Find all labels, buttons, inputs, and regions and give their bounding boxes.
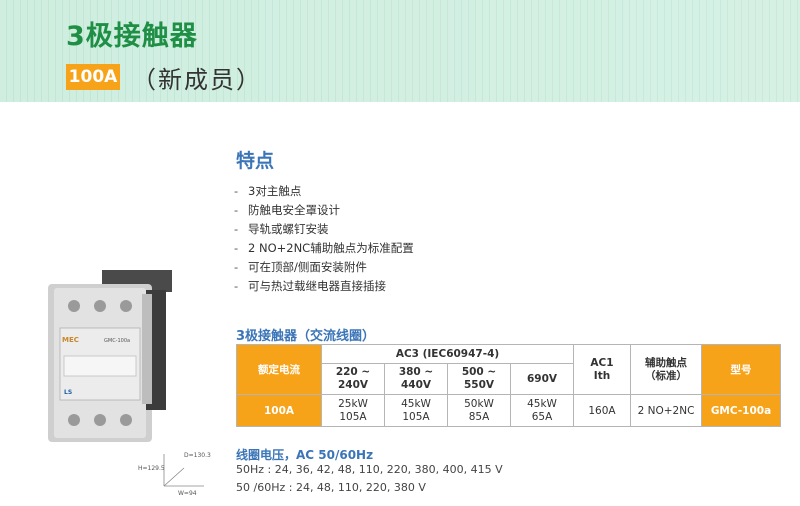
dimension-diagram: D=130.3 H=129.5 W=94 xyxy=(138,452,211,497)
voltage-header: 500 ~550V xyxy=(447,363,511,395)
page-subtitle: （新成员） xyxy=(132,66,262,94)
header-ac1: AC1 Ith xyxy=(573,344,631,395)
voltage-header: 690V xyxy=(510,363,574,395)
coil-voltage-50hz: 50Hz : 24, 36, 42, 48, 110, 220, 380, 40… xyxy=(236,463,503,476)
dimension-depth: D=130.3 xyxy=(184,452,211,459)
table-title: 3极接触器（交流线圈） xyxy=(236,329,376,344)
feature-item: - 可与热过载继电器直接插接 xyxy=(234,279,386,293)
table-row: 100A 25kW 105A 45kW 105A 50kW 85A 45kW 65A 1… xyxy=(236,394,781,427)
dimension-width: W=94 xyxy=(178,490,197,497)
coil-voltage-title: 线圈电压，AC 50/60Hz xyxy=(236,448,374,462)
header-aux-contacts: 辅助触点 （标准） xyxy=(630,344,702,395)
cell-ac1: 160A xyxy=(573,394,631,427)
dimension-height: H=129.5 xyxy=(138,465,165,472)
feature-item: - 防触电安全罩设计 xyxy=(234,203,340,217)
cell-aux: 2 NO+2NC xyxy=(630,394,702,427)
page-title: 3极接触器 xyxy=(66,21,198,52)
feature-item: -3对主触点 xyxy=(234,184,302,198)
header-ac3: AC3 (IEC60947-4) xyxy=(321,344,574,364)
features-title: 特点 xyxy=(236,150,275,172)
product-brand-label: MEC xyxy=(62,336,79,344)
feature-item: - 导轨或螺钉安装 xyxy=(234,222,329,236)
cell-model: GMC-100a xyxy=(701,394,781,427)
header-model: 型号 xyxy=(701,344,781,395)
cell-rating: 25kW 105A xyxy=(321,394,385,427)
product-logo-label: LS xyxy=(64,389,72,396)
features-list: -3对主触点 - 防触电安全罩设计 - 导轨或螺钉安装 -2 NO+2NC辅助触点为… xyxy=(234,182,414,296)
feature-item: -2 NO+2NC辅助触点为标准配置 xyxy=(234,241,414,255)
header-rated-current: 额定电流 xyxy=(236,344,322,395)
cell-rating: 50kW 85A xyxy=(447,394,511,427)
spec-table: 额定电流 AC3 (IEC60947-4) AC1 Ith 辅助触点 （标准） 型号… xyxy=(236,344,781,427)
contactor-product-image: MEC GMC-100a LS xyxy=(48,270,172,442)
product-model-label: GMC-100a xyxy=(104,338,130,344)
amp-badge: 100A xyxy=(66,64,120,90)
cell-rating: 45kW 105A xyxy=(384,394,448,427)
voltage-header: 220 ~240V xyxy=(321,363,385,395)
coil-voltage-50-60hz: 50 /60Hz : 24, 48, 110, 220, 380 V xyxy=(236,481,426,494)
cell-rating: 45kW 65A xyxy=(510,394,574,427)
feature-item: - 可在顶部/侧面安装附件 xyxy=(234,260,367,274)
voltage-header: 380 ~440V xyxy=(384,363,448,395)
cell-rated-current: 100A xyxy=(236,394,322,427)
